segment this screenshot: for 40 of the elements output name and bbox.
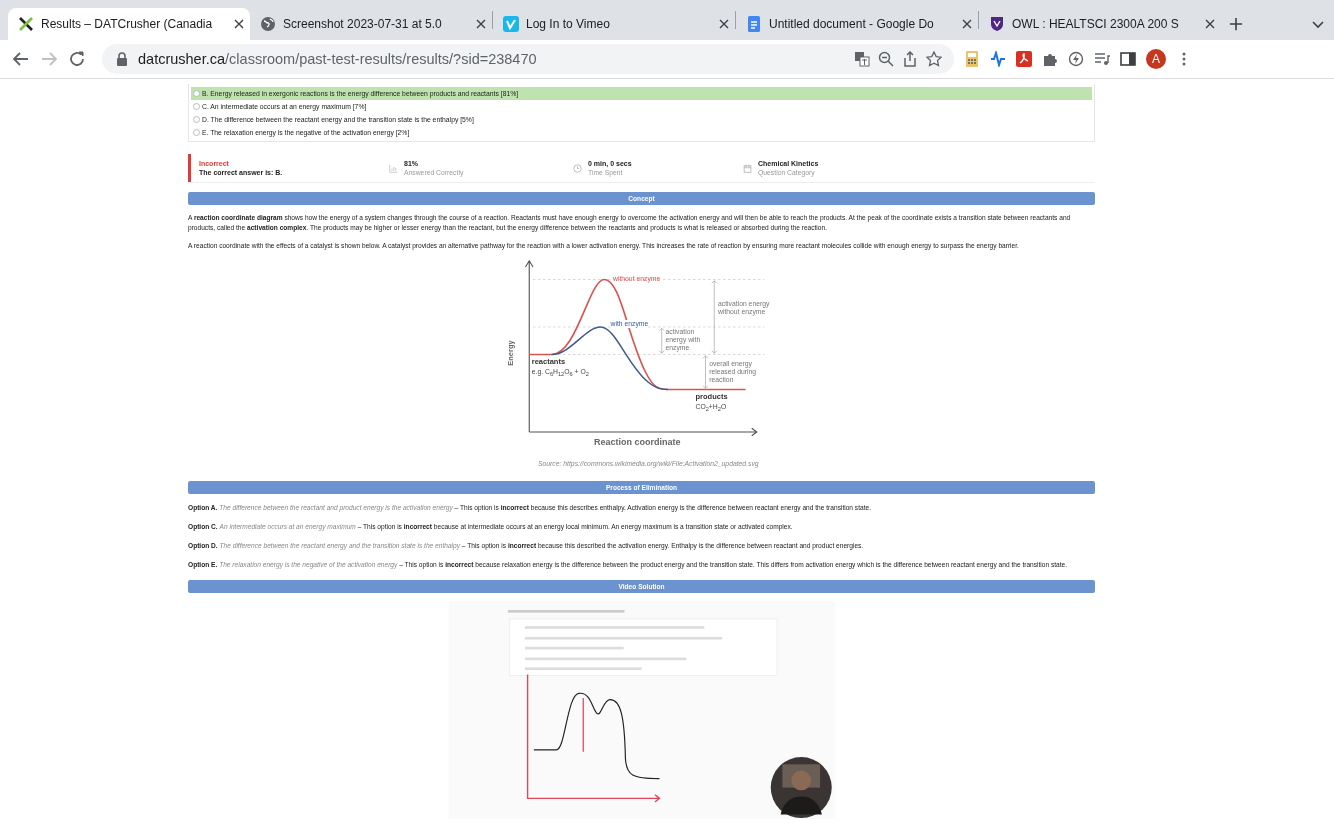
close-icon[interactable] [962,19,972,29]
lightning-icon[interactable] [1068,51,1084,67]
globe-icon [260,16,276,32]
browser-tab[interactable]: Log In to Vimeo [493,8,735,40]
clock-icon [573,163,582,173]
sidebar-icon[interactable] [1120,51,1136,67]
reload-icon[interactable] [68,50,86,68]
pdf-icon[interactable] [1016,51,1032,67]
star-icon[interactable] [926,51,942,67]
browser-tab[interactable]: OWL : HEALTSCI 2300A 200 S [979,8,1221,40]
calculator-icon[interactable] [964,51,980,67]
chevron-down-icon[interactable] [1312,18,1324,30]
address-bar[interactable]: datcrusher.ca/classroom/past-test-results/results/?sid=238470 [102,44,954,74]
back-icon[interactable] [12,50,30,68]
cross-logo-icon [18,16,34,32]
close-icon[interactable] [234,19,244,29]
double-arrow [702,355,709,389]
url-text: datcrusher.ca/classroom/past-test-results/results/?sid=238470 [138,51,538,67]
double-arrow [658,327,665,354]
video-app-icon [503,16,519,32]
browser-tab[interactable]: Screenshot 2023-07-31 at 5.0 [250,8,492,40]
close-icon[interactable] [719,19,729,29]
calendar-icon [743,163,752,173]
browser-tab[interactable]: Results – DATCrusher (Canadia [8,8,250,40]
zoom-icon[interactable] [878,51,894,67]
translate-icon[interactable] [854,51,870,67]
playlist-icon[interactable] [1094,51,1110,67]
axis-label: Reaction coordinate [594,437,681,447]
share-icon[interactable] [902,51,918,67]
profile-avatar[interactable]: A [1146,49,1166,69]
browser-tab[interactable]: Untitled document - Google Do [736,8,978,40]
shield-icon [989,16,1005,32]
puzzle-icon[interactable] [1042,51,1058,67]
document-icon [746,16,762,32]
waveform-icon[interactable] [990,51,1006,67]
close-icon[interactable] [476,19,486,29]
bar-chart-icon [389,163,398,173]
lock-icon [114,51,130,67]
close-icon[interactable] [1205,19,1215,29]
plus-icon[interactable] [1229,17,1243,31]
